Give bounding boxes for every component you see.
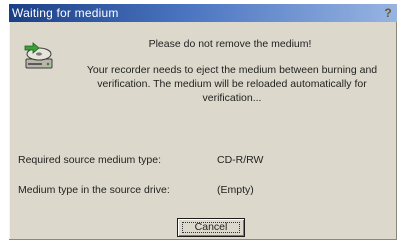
required-medium-label: Required source medium type: [18,154,161,166]
help-icon[interactable]: ? [381,6,395,20]
title-bar[interactable]: Waiting for medium ? [9,4,397,22]
disc-drive-eject-icon [23,42,57,72]
current-medium-value: (Empty) [217,184,254,196]
window-title: Waiting for medium [12,6,119,20]
required-medium-value: CD-R/RW [217,154,264,166]
screenshot-page: Waiting for medium ? Please do not remov… [0,0,405,242]
cancel-button-label: Cancel [194,221,228,233]
waiting-for-medium-dialog: Waiting for medium ? Please do not remov… [9,4,397,240]
eject-explanation: Your recorder needs to eject the medium … [86,64,378,104]
warning-heading: Please do not remove the medium! [148,38,312,50]
cancel-button[interactable]: Cancel [177,218,245,237]
current-medium-label: Medium type in the source drive: [18,184,170,196]
